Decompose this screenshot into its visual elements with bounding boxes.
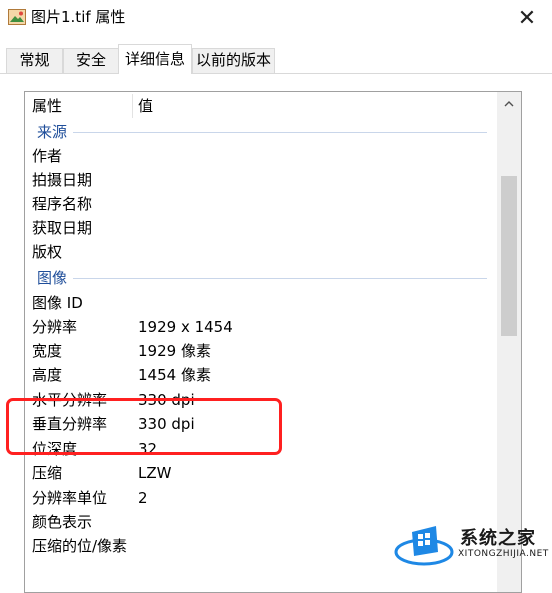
column-header-property[interactable]: 属性 [32, 92, 62, 120]
close-icon: ✕ [517, 5, 537, 31]
property-name: 程序名称 [32, 195, 93, 213]
property-name: 版权 [32, 243, 63, 261]
property-name: 分辨率单位 [32, 489, 108, 507]
list-item[interactable]: 获取日期 [25, 216, 495, 240]
tab-general[interactable]: 常规 [6, 48, 63, 73]
list-item[interactable]: 版权 [25, 240, 495, 264]
property-value: LZW [138, 464, 172, 482]
tab-previous-versions[interactable]: 以前的版本 [192, 48, 275, 73]
list-item[interactable]: 水平分辨率 330 dpi [25, 388, 495, 412]
property-name: 压缩的位/像素 [32, 537, 128, 555]
property-value: 1929 x 1454 [138, 318, 233, 336]
property-name: 分辨率 [32, 318, 78, 336]
property-value: 330 dpi [138, 391, 195, 409]
details-panel: 属性 值 来源 作者 拍摄日期 程序名称 获取日期 版权 图像 图像 ID 分辨… [0, 74, 552, 593]
property-name: 颜色表示 [32, 513, 93, 531]
watermark-brand: 系统之家 [460, 528, 536, 549]
title-bar: 图片1.tif 属性 ✕ [0, 0, 552, 36]
details-list[interactable]: 属性 值 来源 作者 拍摄日期 程序名称 获取日期 版权 图像 图像 ID 分辨… [24, 91, 522, 593]
vertical-scrollbar[interactable] [497, 92, 521, 592]
list-item[interactable]: 压缩 LZW [25, 461, 495, 485]
property-value: 330 dpi [138, 415, 195, 433]
image-file-icon [8, 9, 26, 25]
property-name: 宽度 [32, 342, 63, 360]
window-title: 图片1.tif 属性 [31, 8, 126, 26]
list-item[interactable]: 垂直分辨率 330 dpi [25, 412, 495, 436]
list-header: 属性 值 [25, 92, 495, 120]
property-name: 位深度 [32, 440, 78, 458]
column-divider[interactable] [132, 94, 133, 118]
chevron-up-icon [504, 101, 514, 107]
property-name: 高度 [32, 366, 63, 384]
watermark-logo-icon [394, 526, 454, 566]
property-name: 压缩 [32, 464, 63, 482]
close-button[interactable]: ✕ [512, 4, 542, 32]
property-name: 水平分辨率 [32, 391, 108, 409]
list-item[interactable]: 位深度 32 [25, 437, 495, 461]
scroll-thumb[interactable] [501, 176, 517, 336]
list-item[interactable]: 分辨率 1929 x 1454 [25, 315, 495, 339]
list-item[interactable]: 分辨率单位 2 [25, 486, 495, 510]
list-item[interactable]: 作者 [25, 144, 495, 168]
property-name: 获取日期 [32, 219, 93, 237]
group-label: 图像 [37, 266, 74, 290]
column-header-value[interactable]: 值 [138, 92, 153, 120]
tab-details[interactable]: 详细信息 [118, 44, 192, 74]
property-value: 1929 像素 [138, 342, 211, 360]
property-name: 拍摄日期 [32, 171, 93, 189]
list-item[interactable]: 图像 ID [25, 291, 495, 315]
tab-security[interactable]: 安全 [63, 48, 119, 73]
property-value: 1454 像素 [138, 366, 211, 384]
group-header-source: 来源 [25, 120, 495, 144]
list-item[interactable]: 高度 1454 像素 [25, 363, 495, 387]
property-value: 32 [138, 440, 158, 458]
list-item[interactable]: 宽度 1929 像素 [25, 339, 495, 363]
tab-strip: 常规 安全 详细信息 以前的版本 [0, 44, 552, 74]
list-item[interactable]: 拍摄日期 [25, 168, 495, 192]
group-header-image: 图像 [25, 266, 495, 290]
property-name: 作者 [32, 147, 63, 165]
property-name: 图像 ID [32, 294, 83, 312]
watermark: 系统之家 XITONGZHIJIA.NET [392, 520, 552, 573]
list-item[interactable]: 程序名称 [25, 192, 495, 216]
property-value: 2 [138, 489, 148, 507]
watermark-site: XITONGZHIJIA.NET [458, 549, 549, 559]
property-name: 垂直分辨率 [32, 415, 108, 433]
scroll-up-button[interactable] [497, 92, 521, 116]
group-label: 来源 [37, 120, 74, 144]
